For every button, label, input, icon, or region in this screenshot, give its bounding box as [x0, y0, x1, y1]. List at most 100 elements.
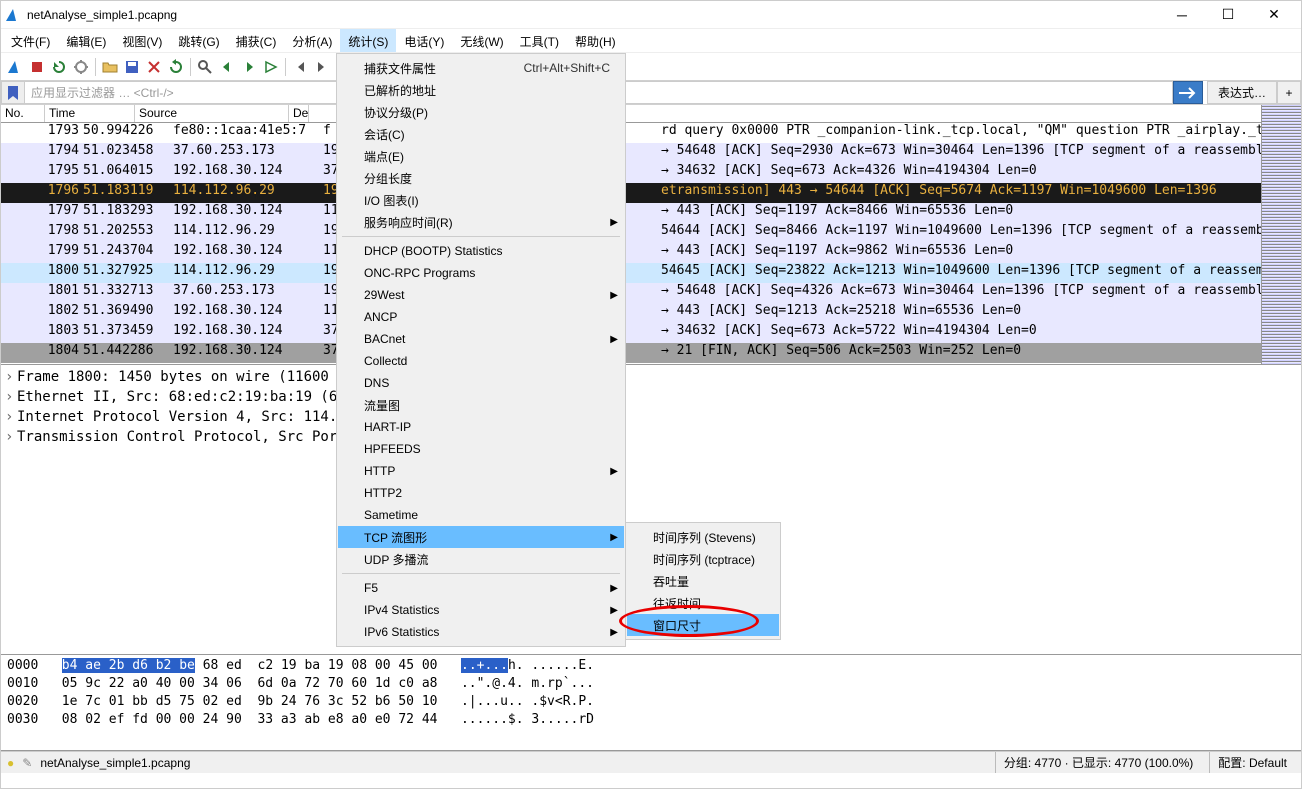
menu-entry[interactable]: 会话(C) [338, 123, 624, 145]
menu-item[interactable]: 编辑(E) [58, 29, 114, 52]
menu-entry[interactable]: 端点(E) [338, 145, 624, 167]
filter-bar: 应用显示过滤器 … <Ctrl-/> 表达式… + [1, 81, 1301, 105]
start-capture-icon[interactable] [5, 57, 25, 77]
menu-entry[interactable]: 已解析的地址 [338, 79, 624, 101]
go-to-packet-icon[interactable] [261, 57, 281, 77]
hex-line[interactable]: 0000 b4 ae 2b d6 b2 be 68 ed c2 19 ba 19… [7, 657, 1295, 675]
menu-entry[interactable]: HART-IP [338, 416, 624, 438]
menu-entry[interactable]: DHCP (BOOTP) Statistics [338, 240, 624, 262]
go-forward-icon[interactable] [239, 57, 259, 77]
save-file-icon[interactable] [122, 57, 142, 77]
window-title: netAnalyse_simple1.pcapng [27, 8, 1159, 22]
packet-row[interactable]: 180151.33271337.60.253.17319→ 54648 [ACK… [1, 283, 1261, 303]
menu-item[interactable]: 捕获(C) [228, 29, 285, 52]
go-back-icon[interactable] [217, 57, 237, 77]
menu-item[interactable]: 跳转(G) [170, 29, 227, 52]
minimize-button[interactable]: ─ [1159, 1, 1205, 29]
menu-entry[interactable]: 协议分级(P) [338, 101, 624, 123]
column-header[interactable]: De [289, 105, 309, 122]
menu-item[interactable]: 分析(A) [284, 29, 340, 52]
menu-item[interactable]: 电话(Y) [396, 29, 452, 52]
menubar: 文件(F)编辑(E)视图(V)跳转(G)捕获(C)分析(A)统计(S)电话(Y)… [1, 29, 1301, 53]
menu-entry[interactable]: 捕获文件属性Ctrl+Alt+Shift+C [338, 57, 624, 79]
bookmark-filter-icon[interactable] [1, 81, 25, 104]
app-window: netAnalyse_simple1.pcapng ─ ☐ ✕ 文件(F)编辑(… [0, 0, 1302, 789]
packet-row[interactable]: 179851.202553114.112.96.291954644 [ACK] … [1, 223, 1261, 243]
packet-list[interactable]: No.TimeSourceDe 179350.994226fe80::1caa:… [1, 105, 1261, 364]
status-profile[interactable]: 配置: Default [1209, 752, 1295, 773]
close-button[interactable]: ✕ [1251, 1, 1297, 29]
capture-options-icon[interactable] [71, 57, 91, 77]
tree-item[interactable]: ›Internet Protocol Version 4, Src: 114.1 [5, 407, 1297, 427]
close-file-icon[interactable] [144, 57, 164, 77]
menu-item[interactable]: 文件(F) [3, 29, 58, 52]
menu-entry[interactable]: BACnet▶ [338, 328, 624, 350]
submenu-entry[interactable]: 往返时间 [627, 592, 779, 614]
menu-entry[interactable]: IPv4 Statistics▶ [338, 599, 624, 621]
statusbar: ● ✎ netAnalyse_simple1.pcapng 分组: 4770 ·… [1, 751, 1301, 773]
menu-item[interactable]: 统计(S) [340, 29, 396, 52]
menu-entry[interactable]: HTTP2 [338, 482, 624, 504]
menu-item[interactable]: 工具(T) [512, 29, 567, 52]
statistics-menu: 捕获文件属性Ctrl+Alt+Shift+C已解析的地址协议分级(P)会话(C)… [336, 53, 626, 647]
restart-capture-icon[interactable] [49, 57, 69, 77]
menu-entry[interactable]: 服务响应时间(R)▶ [338, 211, 624, 233]
packet-row[interactable]: 179651.183119114.112.96.2919etransmissio… [1, 183, 1261, 203]
packet-row[interactable]: 180251.369490192.168.30.12411→ 443 [ACK]… [1, 303, 1261, 323]
menu-entry[interactable]: Sametime [338, 504, 624, 526]
hex-line[interactable]: 0030 08 02 ef fd 00 00 24 90 33 a3 ab e8… [7, 711, 1295, 729]
menu-entry[interactable]: UDP 多播流 [338, 548, 624, 570]
menu-item[interactable]: 视图(V) [114, 29, 170, 52]
column-header[interactable]: Time [45, 105, 135, 122]
tree-item[interactable]: ›Transmission Control Protocol, Src Port… [5, 427, 1297, 447]
open-file-icon[interactable] [100, 57, 120, 77]
app-icon [5, 7, 21, 23]
menu-entry[interactable]: 流量图 [338, 394, 624, 416]
menu-entry[interactable]: TCP 流图形▶ [338, 526, 624, 548]
tree-item[interactable]: ›Frame 1800: 1450 bytes on wire (11600 b… [5, 367, 1297, 387]
packet-row[interactable]: 179551.064015192.168.30.12437→ 34632 [AC… [1, 163, 1261, 183]
apply-filter-button[interactable] [1173, 81, 1203, 104]
menu-entry[interactable]: 29West▶ [338, 284, 624, 306]
packet-row[interactable]: 180451.442286192.168.30.12437→ 21 [FIN, … [1, 343, 1261, 363]
hex-line[interactable]: 0020 1e 7c 01 bb d5 75 02 ed 9b 24 76 3c… [7, 693, 1295, 711]
submenu-entry[interactable]: 窗口尺寸 [627, 614, 779, 636]
packet-minimap[interactable] [1261, 105, 1301, 364]
menu-entry[interactable]: IPv6 Statistics▶ [338, 621, 624, 643]
menu-item[interactable]: 无线(W) [452, 29, 511, 52]
packet-bytes-pane[interactable]: 0000 b4 ae 2b d6 b2 be 68 ed c2 19 ba 19… [1, 655, 1301, 751]
packet-row[interactable]: 179451.02345837.60.253.17319→ 54648 [ACK… [1, 143, 1261, 163]
find-icon[interactable] [195, 57, 215, 77]
menu-entry[interactable]: DNS [338, 372, 624, 394]
add-filter-button[interactable]: + [1277, 81, 1301, 104]
packet-row[interactable]: 180351.373459192.168.30.12437→ 34632 [AC… [1, 323, 1261, 343]
submenu-entry[interactable]: 时间序列 (Stevens) [627, 526, 779, 548]
reload-icon[interactable] [166, 57, 186, 77]
expression-button[interactable]: 表达式… [1207, 81, 1277, 104]
packet-row[interactable]: 179350.994226fe80::1caa:41e5:7frd query … [1, 123, 1261, 143]
menu-entry[interactable]: HPFEEDS [338, 438, 624, 460]
packet-row[interactable]: 179751.183293192.168.30.12411→ 443 [ACK]… [1, 203, 1261, 223]
menu-entry[interactable]: F5▶ [338, 577, 624, 599]
column-header[interactable]: Source [135, 105, 289, 122]
menu-entry[interactable]: HTTP▶ [338, 460, 624, 482]
packet-row[interactable]: 179951.243704192.168.30.12411→ 443 [ACK]… [1, 243, 1261, 263]
menu-entry[interactable]: ANCP [338, 306, 624, 328]
menu-entry[interactable]: ONC-RPC Programs [338, 262, 624, 284]
menu-item[interactable]: 帮助(H) [567, 29, 624, 52]
hex-line[interactable]: 0010 05 9c 22 a0 40 00 34 06 6d 0a 72 70… [7, 675, 1295, 693]
packet-row[interactable]: 180051.327925114.112.96.291954645 [ACK] … [1, 263, 1261, 283]
menu-entry[interactable]: Collectd [338, 350, 624, 372]
maximize-button[interactable]: ☐ [1205, 1, 1251, 29]
ready-icon: ● [7, 756, 14, 770]
packet-list-pane: No.TimeSourceDe 179350.994226fe80::1caa:… [1, 105, 1301, 365]
menu-entry[interactable]: I/O 图表(I) [338, 189, 624, 211]
column-header[interactable]: No. [1, 105, 45, 122]
go-first-icon[interactable] [290, 57, 310, 77]
menu-entry[interactable]: 分组长度 [338, 167, 624, 189]
submenu-entry[interactable]: 时间序列 (tcptrace) [627, 548, 779, 570]
stop-capture-icon[interactable] [27, 57, 47, 77]
go-last-icon[interactable] [312, 57, 332, 77]
tree-item[interactable]: ›Ethernet II, Src: 68:ed:c2:19:ba:19 (68… [5, 387, 1297, 407]
submenu-entry[interactable]: 吞吐量 [627, 570, 779, 592]
